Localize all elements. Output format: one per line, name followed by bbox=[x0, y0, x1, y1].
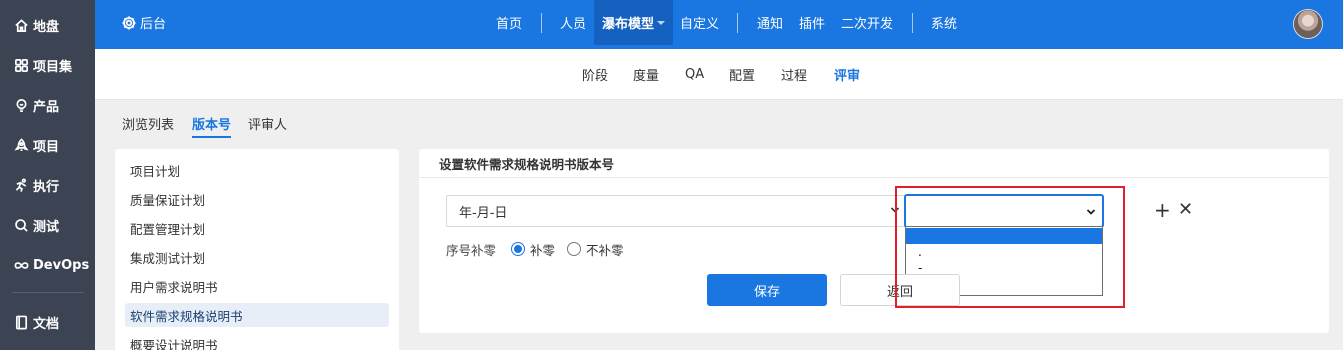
sidebar-item-test[interactable]: 测试 bbox=[0, 210, 95, 240]
list-item-active[interactable]: 软件需求规格说明书 bbox=[125, 303, 389, 327]
grid-icon bbox=[13, 57, 29, 73]
date-format-value: 年-月-日 bbox=[459, 205, 508, 221]
search-icon bbox=[13, 217, 29, 233]
infinity-icon bbox=[13, 257, 29, 273]
sidebar-item-label: 项目 bbox=[33, 139, 60, 155]
sidebar: 地盘 项目集 产品 项目 执行 测试 DevOps 文档 bbox=[0, 0, 95, 350]
caret-down-icon bbox=[657, 20, 666, 25]
avatar[interactable] bbox=[1293, 9, 1323, 39]
sidebar-item-label: 地盘 bbox=[33, 19, 60, 35]
gear-icon bbox=[122, 16, 136, 29]
sidebar-item-dashboard[interactable]: 地盘 bbox=[0, 10, 95, 40]
subnav-measure[interactable]: 度量 bbox=[633, 49, 659, 99]
list-item[interactable]: 概要设计说明书 bbox=[125, 332, 389, 350]
subnav-process[interactable]: 过程 bbox=[781, 49, 807, 99]
panel-title: 设置软件需求规格说明书版本号 bbox=[439, 156, 615, 172]
nav-system[interactable]: 系统 bbox=[931, 0, 957, 45]
nav-notify[interactable]: 通知 bbox=[757, 0, 783, 45]
date-format-select[interactable]: 年-月-日 bbox=[446, 195, 906, 227]
sidebar-item-project[interactable]: 项目 bbox=[0, 130, 95, 160]
tab-browse-list[interactable]: 浏览列表 bbox=[122, 114, 174, 138]
sidebar-item-programs[interactable]: 项目集 bbox=[0, 50, 95, 80]
list-item[interactable]: 用户需求说明书 bbox=[125, 274, 389, 298]
nav-secondary-dev[interactable]: 二次开发 bbox=[841, 0, 893, 45]
remove-icon[interactable]: ✕ bbox=[1178, 199, 1196, 221]
sidebar-item-label: 执行 bbox=[33, 179, 60, 195]
add-icon[interactable]: + bbox=[1154, 199, 1172, 221]
dropdown-option-empty[interactable] bbox=[906, 228, 1102, 244]
nav-plugin[interactable]: 插件 bbox=[799, 0, 825, 45]
sidebar-item-label: 测试 bbox=[33, 219, 60, 235]
tab-reviewers[interactable]: 评审人 bbox=[248, 114, 287, 138]
zero-pad-label: 序号补零 bbox=[446, 242, 497, 258]
list-item[interactable]: 项目计划 bbox=[125, 158, 389, 182]
radio-no-pad[interactable] bbox=[567, 242, 581, 256]
subnav-qa[interactable]: QA bbox=[685, 49, 704, 99]
chevron-down-icon bbox=[1086, 209, 1096, 215]
sidebar-item-label: 产品 bbox=[33, 99, 60, 115]
subnav-review[interactable]: 评审 bbox=[834, 49, 860, 99]
sidebar-item-product[interactable]: 产品 bbox=[0, 90, 95, 120]
sidebar-item-execution[interactable]: 执行 bbox=[0, 170, 95, 200]
version-settings-panel: 设置软件需求规格说明书版本号 年-月-日 . - _ + ✕ 序号补零 补零 不… bbox=[419, 149, 1329, 333]
doc-type-list: 项目计划 质量保证计划 配置管理计划 集成测试计划 用户需求说明书 软件需求规格… bbox=[115, 149, 399, 350]
sidebar-item-devops[interactable]: DevOps bbox=[0, 250, 95, 280]
nav-divider bbox=[737, 13, 738, 33]
radio-zero-pad-label: 补零 bbox=[530, 242, 556, 258]
tab-version[interactable]: 版本号 bbox=[192, 114, 232, 138]
sidebar-item-docs[interactable]: 文档 bbox=[0, 307, 95, 337]
nav-people[interactable]: 人员 bbox=[560, 0, 586, 45]
dropdown-option-dot[interactable]: . bbox=[906, 245, 1102, 261]
radio-zero-pad[interactable] bbox=[511, 242, 525, 256]
save-button[interactable]: 保存 bbox=[707, 274, 827, 306]
backend-label: 后台 bbox=[140, 17, 167, 32]
chevron-down-icon bbox=[890, 207, 900, 213]
book-icon bbox=[13, 314, 29, 330]
top-navbar: 后台 首页 人员 瀑布模型 自定义 通知 插件 二次开发 系统 bbox=[95, 0, 1343, 49]
separator-select[interactable] bbox=[905, 195, 1103, 227]
sidebar-item-label: 项目集 bbox=[33, 59, 73, 75]
back-button[interactable]: 返回 bbox=[840, 274, 960, 306]
rocket-icon bbox=[13, 137, 29, 153]
home-icon bbox=[13, 17, 29, 33]
sub-navbar: 阶段 度量 QA 配置 过程 评审 bbox=[95, 49, 1343, 100]
subnav-config[interactable]: 配置 bbox=[729, 49, 755, 99]
backend-link[interactable]: 后台 bbox=[121, 0, 166, 45]
nav-waterfall-label: 瀑布模型 bbox=[602, 17, 655, 32]
subnav-stage[interactable]: 阶段 bbox=[582, 49, 608, 99]
run-icon bbox=[13, 177, 29, 193]
radio-no-pad-label: 不补零 bbox=[586, 242, 624, 258]
nav-waterfall[interactable]: 瀑布模型 bbox=[594, 0, 674, 45]
sidebar-item-label: 文档 bbox=[33, 316, 60, 332]
nav-divider bbox=[912, 13, 913, 33]
sidebar-item-label: DevOps bbox=[33, 257, 90, 273]
bulb-icon bbox=[13, 97, 29, 113]
list-item[interactable]: 配置管理计划 bbox=[125, 216, 389, 240]
list-item[interactable]: 集成测试计划 bbox=[125, 245, 389, 269]
nav-home[interactable]: 首页 bbox=[496, 0, 522, 45]
sidebar-divider bbox=[12, 292, 84, 293]
nav-custom[interactable]: 自定义 bbox=[680, 0, 719, 45]
nav-divider bbox=[541, 13, 542, 33]
panel-divider bbox=[419, 177, 1329, 178]
list-item[interactable]: 质量保证计划 bbox=[125, 187, 389, 211]
